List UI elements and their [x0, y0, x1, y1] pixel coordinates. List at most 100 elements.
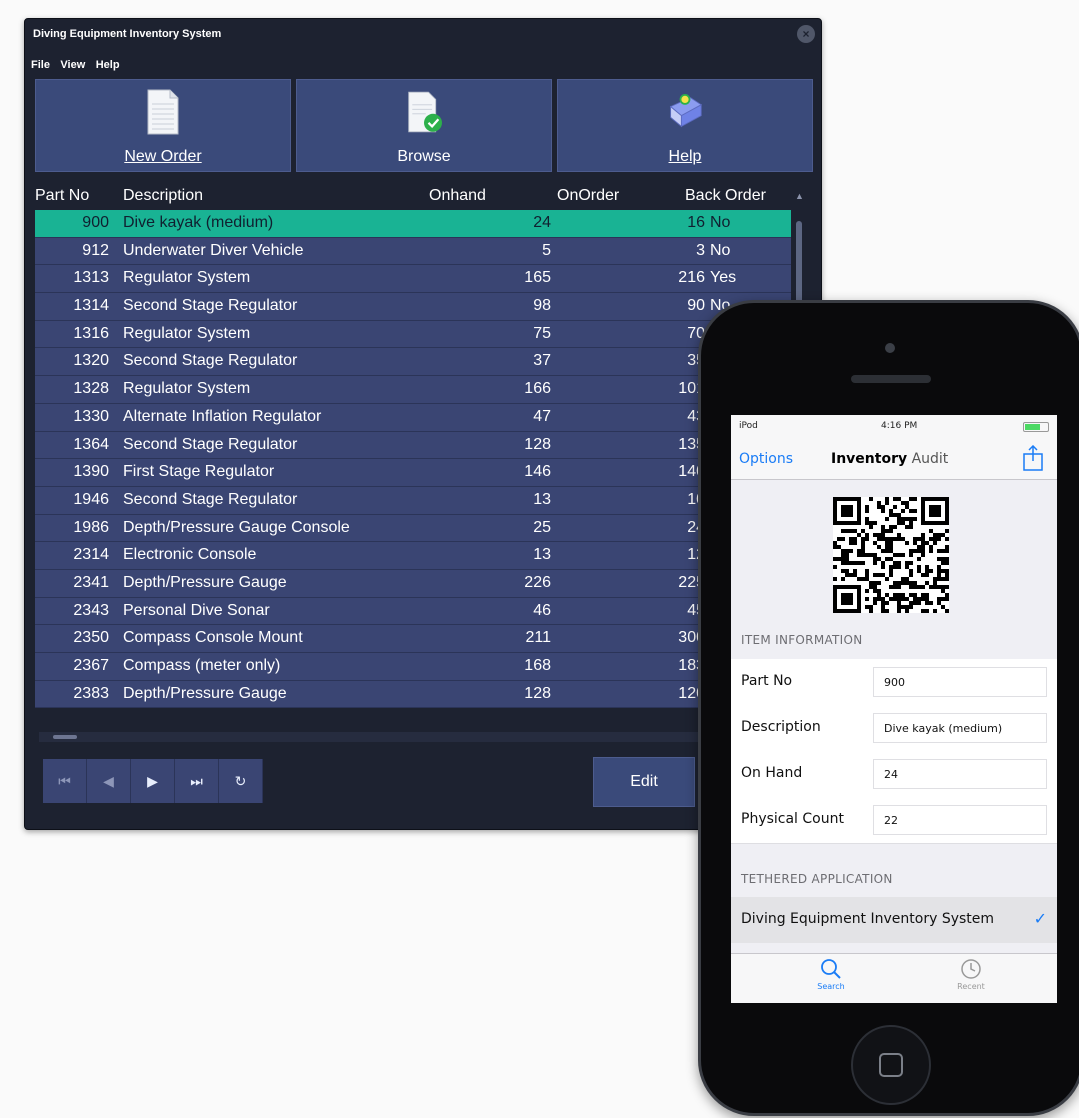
close-icon[interactable]: ×	[797, 25, 815, 43]
cell-onorder: 43	[687, 407, 705, 425]
speaker-grille	[851, 375, 931, 383]
field-label: Part No	[741, 673, 793, 689]
field-on-hand: On Hand 24	[731, 751, 1057, 798]
col-onhand[interactable]: Onhand	[429, 187, 486, 205]
cell-back-order: No	[710, 241, 731, 259]
table-row[interactable]: 900 Dive kayak (medium) 24 16 No	[35, 210, 791, 238]
edit-button[interactable]: Edit	[593, 757, 695, 807]
cell-part-no: 1986	[73, 518, 109, 536]
tab-search[interactable]: Search	[791, 958, 871, 991]
share-icon[interactable]	[1021, 445, 1045, 471]
cell-onhand: 25	[533, 518, 551, 536]
table-row[interactable]: 912 Underwater Diver Vehicle 5 3 No	[35, 237, 791, 266]
browse-button[interactable]: Browse	[296, 79, 552, 172]
table-row[interactable]: 1313 Regulator System 165 216 Yes	[35, 265, 791, 294]
table-row[interactable]: 2341Depth/Pressure Gauge226225No	[35, 569, 791, 598]
browse-document-check-icon	[408, 91, 442, 133]
cell-part-no: 900	[82, 214, 109, 231]
on-hand-input[interactable]: 24	[873, 759, 1047, 789]
cell-description: Underwater Diver Vehicle	[123, 241, 304, 259]
tethered-app-row[interactable]: Diving Equipment Inventory System ✓	[731, 897, 1057, 943]
cell-onorder: 12	[687, 546, 705, 564]
physical-count-input[interactable]: 22	[873, 805, 1047, 835]
cell-onhand: 37	[533, 352, 551, 370]
cell-description: Compass Console Mount	[123, 629, 303, 647]
table-row[interactable]: 2314Electronic Console1312No	[35, 542, 791, 570]
iphone-device: iPod 4:16 PM Options Inventory Audit ITE…	[698, 300, 1079, 1116]
inventory-grid[interactable]: Part No Description Onhand OnOrder Back …	[35, 184, 791, 709]
cell-part-no: 2350	[73, 629, 109, 647]
table-row[interactable]: 1390First Stage Regulator146140No	[35, 459, 791, 487]
menu-bar: File View Help	[31, 55, 126, 73]
table-row[interactable]: 1314 Second Stage Regulator 98 90 No	[35, 293, 791, 321]
options-button[interactable]: Options	[739, 451, 793, 467]
cell-onorder: 140	[678, 463, 705, 481]
tab-recent[interactable]: Recent	[931, 958, 1011, 991]
cell-part-no: 1390	[73, 463, 109, 481]
table-row[interactable]: 1364Second Stage Regulator128135Yes	[35, 431, 791, 460]
scroll-up-icon[interactable]: ▲	[795, 191, 804, 201]
last-record-icon[interactable]: ⏭	[175, 759, 219, 803]
cell-onorder: 3	[696, 241, 705, 259]
cell-description: Regulator System	[123, 324, 251, 342]
horizontal-scroll-thumb[interactable]	[53, 735, 77, 739]
record-navigator: ⏮ ◀ ▶ ⏭ ↻	[43, 759, 263, 803]
cell-onorder: 24	[687, 518, 705, 536]
next-record-icon[interactable]: ▶	[131, 759, 175, 803]
table-row[interactable]: 2350Compass Console Mount211300Yes	[35, 625, 791, 653]
table-row[interactable]: 2343Personal Dive Sonar4645No	[35, 597, 791, 626]
cell-onhand: 46	[533, 601, 551, 619]
cell-onhand: 226	[524, 573, 551, 591]
cell-onhand: 166	[524, 380, 551, 398]
col-part-no[interactable]: Part No	[35, 187, 89, 205]
table-row[interactable]: 1986Depth/Pressure Gauge Console2524No	[35, 514, 791, 543]
table-row[interactable]: 1946Second Stage Regulator1310No	[35, 486, 791, 515]
cell-onorder: 225	[678, 573, 705, 591]
col-back-order[interactable]: Back Order	[685, 187, 766, 205]
cell-part-no: 912	[82, 241, 109, 259]
help-button[interactable]: Help	[557, 79, 813, 172]
field-physical-count: Physical Count 22	[731, 797, 1057, 844]
cell-description: Alternate Inflation Regulator	[123, 407, 322, 425]
horizontal-scrollbar[interactable]	[39, 732, 779, 742]
col-description[interactable]: Description	[123, 187, 203, 205]
cell-description: Second Stage Regulator	[123, 435, 298, 453]
first-record-icon[interactable]: ⏮	[43, 759, 87, 803]
cell-onhand: 98	[533, 297, 551, 315]
tab-recent-label: Recent	[957, 982, 985, 991]
refresh-icon[interactable]: ↻	[219, 759, 263, 803]
cell-description: Electronic Console	[123, 546, 257, 564]
cell-onorder: 35	[687, 352, 705, 370]
cell-part-no: 1364	[73, 435, 109, 453]
menu-file[interactable]: File	[31, 59, 50, 71]
cell-description: Compass (meter only)	[123, 657, 281, 674]
cell-part-no: 1320	[73, 352, 109, 370]
menu-view[interactable]: View	[60, 59, 85, 71]
section-tethered-application: TETHERED APPLICATION	[741, 872, 893, 886]
browse-label: Browse	[397, 148, 451, 165]
table-row[interactable]: 1320Second Stage Regulator3735No	[35, 348, 791, 377]
field-part-no: Part No 900	[731, 659, 1057, 706]
search-icon	[821, 959, 841, 979]
description-input[interactable]: Dive kayak (medium)	[873, 713, 1047, 743]
table-row[interactable]: 2383Depth/Pressure Gauge128120No	[35, 680, 791, 709]
cell-onorder: 216	[678, 269, 705, 287]
phone-nav-bar: Options Inventory Audit	[731, 437, 1057, 480]
cell-onhand: 75	[533, 324, 551, 342]
col-onorder[interactable]: OnOrder	[557, 187, 619, 205]
cell-part-no: 2383	[73, 684, 109, 702]
home-button[interactable]	[851, 1025, 931, 1105]
cell-onhand: 13	[533, 490, 551, 508]
table-row[interactable]: 1330Alternate Inflation Regulator4743No	[35, 403, 791, 432]
cell-description: Regulator System	[123, 380, 251, 398]
table-row[interactable]: 2367Compass (meter only)168183Yes	[35, 653, 791, 681]
camera-icon	[885, 343, 895, 353]
part-no-input[interactable]: 900	[873, 667, 1047, 697]
cell-onorder: 101	[678, 380, 705, 398]
table-row[interactable]: 1316Regulator System7570No	[35, 320, 791, 349]
menu-help[interactable]: Help	[96, 59, 120, 71]
table-row[interactable]: 1328Regulator System166101No	[35, 376, 791, 404]
new-order-button[interactable]: New Order	[35, 79, 291, 172]
cell-description: Personal Dive Sonar	[123, 601, 270, 619]
prev-record-icon[interactable]: ◀	[87, 759, 131, 803]
